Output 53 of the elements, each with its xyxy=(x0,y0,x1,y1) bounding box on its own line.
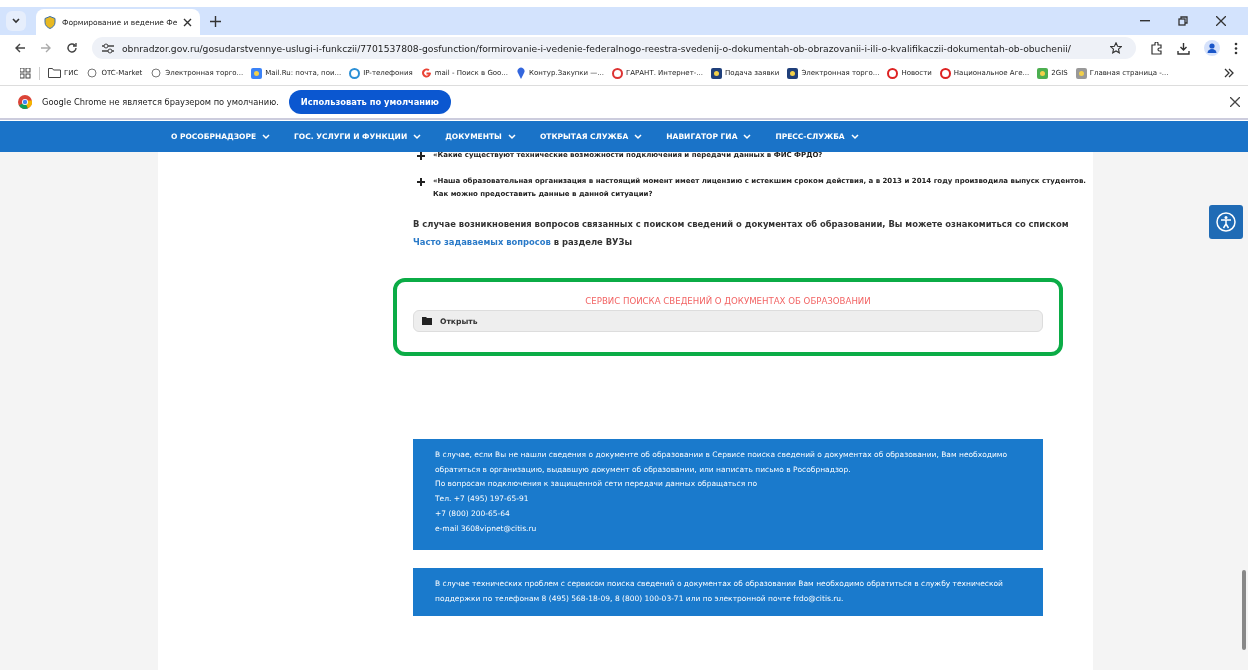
close-icon[interactable] xyxy=(1230,97,1240,107)
chevron-down-icon xyxy=(413,133,422,140)
g-logo-icon xyxy=(420,67,432,79)
chevron-down-icon xyxy=(11,16,21,26)
chevron-down-icon xyxy=(262,133,271,140)
chevron-down-icon xyxy=(507,133,516,140)
chevron-down-icon xyxy=(634,133,643,140)
site-icon xyxy=(787,67,799,79)
site-icon xyxy=(710,67,722,79)
puzzle-icon[interactable] xyxy=(1150,41,1163,55)
chrome-logo-icon xyxy=(18,95,32,109)
plus-icon[interactable] xyxy=(417,178,425,186)
restore-icon[interactable] xyxy=(1178,16,1188,26)
plus-icon[interactable] xyxy=(417,152,425,160)
apps-grid-icon[interactable] xyxy=(20,67,31,79)
star-icon[interactable] xyxy=(1110,42,1122,54)
more-bookmarks-icon[interactable] xyxy=(1224,68,1234,78)
close-icon[interactable] xyxy=(1216,16,1226,26)
site-icon xyxy=(1037,67,1049,79)
chevron-down-icon xyxy=(743,133,752,140)
infobar-message: Google Chrome не является браузером по умолчанию. xyxy=(42,97,279,107)
download-icon[interactable] xyxy=(1177,41,1190,55)
chevron-down-icon xyxy=(850,133,859,140)
folder-icon xyxy=(422,317,432,325)
url-text: obnradzor.gov.ru/gosudarstvennye-uslugi-i-funkczii/7701537808-gosfunction/formirovanie-i-vedenie-federalnogo-reestra-svedenij-o-dokumentah-ob-obrazovanii-i-ili-o-kvalifikaczii-dokumentah-ob-obuchenii/ xyxy=(122,42,1072,54)
set-default-button[interactable]: Использовать по умолчанию xyxy=(288,90,451,114)
site-icon xyxy=(349,67,361,79)
tab-list-button[interactable] xyxy=(6,11,26,31)
site-icon xyxy=(251,67,263,79)
back-icon[interactable] xyxy=(14,42,26,54)
close-icon[interactable] xyxy=(183,18,193,27)
notice-text: В случае возникновения вопросов связанных с поиском сведений о документах об образовании, Вы можете ознакомиться со списком Часто задаваемых вопросов в разделе ВУЗы xyxy=(413,218,1070,249)
site-settings-icon[interactable] xyxy=(102,42,114,54)
accessibility-icon xyxy=(1216,212,1236,232)
accessibility-button[interactable] xyxy=(1209,205,1243,239)
scrollbar-thumb[interactable] xyxy=(1242,570,1246,650)
logo-icon xyxy=(150,68,163,78)
site-icon xyxy=(939,67,951,79)
shield-icon xyxy=(44,16,56,29)
reload-icon[interactable] xyxy=(66,42,78,54)
site-icon xyxy=(1075,67,1087,79)
address-bar[interactable]: obnradzor.gov.ru/gosudarstvennye-uslugi-i-funkczii/7701537808-gosfunction/formirovanie-i-vedenie-federalnogo-reestra-svedenij-o-dokumentah-ob-obrazovanii-i-ili-o-kvalifikaczii-dokumentah-ob-obuchenii/ xyxy=(92,37,1136,59)
site-icon xyxy=(887,67,899,79)
menu-icon[interactable] xyxy=(1234,41,1238,55)
site-icon xyxy=(612,67,624,79)
logo-icon xyxy=(86,68,99,78)
minimize-icon[interactable] xyxy=(1140,20,1150,22)
profile-avatar-icon[interactable] xyxy=(1204,40,1220,56)
new-tab-icon[interactable] xyxy=(210,15,222,27)
service-title: СЕРВИС ПОИСКА СВЕДЕНИЙ О ДОКУМЕНТАХ ОБ ОБРАЗОВАНИИ xyxy=(584,296,872,306)
folder-icon xyxy=(48,68,61,78)
pin-icon xyxy=(515,67,526,79)
faq-link[interactable]: Часто задаваемых вопросов xyxy=(413,237,551,247)
